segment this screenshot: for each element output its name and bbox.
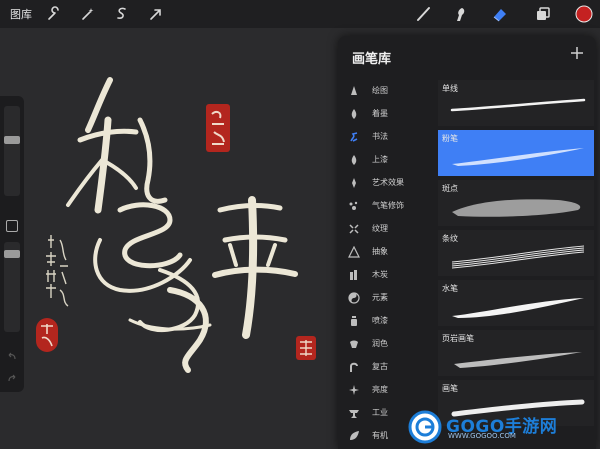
category-item[interactable]: 复古 [338, 356, 438, 379]
brush-library-panel: 画笔库 绘图 着墨 书法 上漆 艺术效果 气笔修饰 纹理 抽象 木炭 元素 喷漆… [338, 36, 596, 449]
brush-item-chalk[interactable]: 粉笔 [438, 130, 594, 176]
calligraphy-icon [350, 132, 358, 142]
leaf-icon [350, 431, 359, 440]
magic-wand-icon[interactable] [78, 4, 98, 24]
category-list: 绘图 着墨 书法 上漆 艺术效果 气笔修饰 纹理 抽象 木炭 元素 喷漆 润色 … [338, 80, 438, 448]
brush-item-water-pen[interactable]: 水笔 [438, 280, 594, 326]
brush-item-monoline[interactable]: 单线 [438, 80, 594, 126]
category-item[interactable]: 纹理 [338, 218, 438, 241]
category-item[interactable]: 绘图 [338, 80, 438, 103]
panel-title: 画笔库 [352, 52, 392, 67]
category-label: 喷漆 [372, 316, 388, 325]
category-label: 抽象 [372, 247, 388, 256]
category-label: 上漆 [372, 155, 388, 164]
brush-icon[interactable] [414, 4, 434, 24]
transform-icon[interactable] [146, 4, 166, 24]
category-label: 书法 [372, 132, 388, 141]
category-item[interactable]: 喷漆 [338, 310, 438, 333]
category-item[interactable]: 润色 [338, 333, 438, 356]
redo-icon[interactable] [6, 372, 18, 384]
category-item[interactable]: 艺术效果 [338, 172, 438, 195]
category-label: 艺术效果 [372, 178, 404, 187]
wrench-icon[interactable] [44, 4, 64, 24]
artistic-icon [352, 178, 356, 188]
category-item[interactable]: 元素 [338, 287, 438, 310]
category-item[interactable]: 木炭 [338, 264, 438, 287]
category-item[interactable]: 着墨 [338, 103, 438, 126]
sparkle-icon [349, 385, 359, 395]
category-label: 着墨 [372, 109, 388, 118]
smudge-icon[interactable] [450, 4, 470, 24]
layers-icon[interactable] [533, 4, 553, 24]
watermark: GOGO手游网 WWW.GOGOO.COM [408, 410, 588, 446]
drop-icon [351, 86, 357, 95]
brush-item-shale-brush[interactable]: 页岩画笔 [438, 330, 594, 376]
brush-size-slider[interactable] [4, 106, 20, 196]
brush-item-blotch[interactable]: 斑点 [438, 180, 594, 226]
category-label: 亮度 [372, 385, 388, 394]
category-item[interactable]: 书法 [338, 126, 438, 149]
brush-preview [452, 298, 584, 318]
seal-bottom [296, 336, 316, 360]
triangle-icon [348, 246, 360, 258]
undo-icon[interactable] [6, 350, 18, 362]
retro-icon [350, 362, 358, 372]
category-item[interactable]: 亮度 [338, 379, 438, 402]
category-item[interactable]: 上漆 [338, 149, 438, 172]
brush-list: 单线 粉笔 斑点 条纹 水笔 页岩画笔 画笔 [438, 80, 594, 430]
watermark-logo [408, 410, 442, 444]
calligraphy-artwork [46, 77, 298, 373]
texture-icon [349, 224, 359, 234]
category-label: 绘图 [372, 86, 388, 95]
selection-icon[interactable] [112, 4, 132, 24]
category-label: 纹理 [372, 224, 388, 233]
ink-drop-icon [351, 109, 357, 119]
category-label: 润色 [372, 339, 388, 348]
seal-left [36, 318, 58, 352]
brush-size-handle[interactable] [4, 136, 20, 144]
brush-preview [450, 98, 586, 112]
eraser-icon[interactable] [490, 4, 510, 24]
category-item[interactable]: 抽象 [338, 241, 438, 264]
modify-button[interactable] [6, 220, 18, 232]
category-label: 元素 [372, 293, 388, 302]
opacity-handle[interactable] [4, 250, 20, 258]
category-label: 复古 [372, 362, 388, 371]
yin-yang-icon [348, 292, 360, 304]
spray-icon [351, 316, 357, 326]
category-label: 工业 [372, 408, 388, 417]
opacity-slider[interactable] [4, 242, 20, 332]
category-label: 有机 [372, 431, 388, 440]
watermark-url: WWW.GOGOO.COM [448, 432, 516, 440]
brush-item-stripes[interactable]: 条纹 [438, 230, 594, 276]
paint-drop-icon [351, 155, 357, 165]
add-brush-icon[interactable] [568, 44, 586, 62]
category-item[interactable]: 气笔修饰 [338, 195, 438, 218]
color-icon[interactable] [574, 4, 594, 24]
brush-preview [451, 245, 585, 269]
brush-preview [454, 352, 582, 368]
category-label: 气笔修饰 [372, 201, 404, 210]
gallery-button[interactable]: 图库 [10, 6, 32, 22]
category-label: 木炭 [372, 270, 388, 279]
brush-preview [452, 199, 581, 217]
seal-top [206, 104, 230, 152]
touchup-icon [350, 340, 358, 348]
brush-preview [452, 148, 584, 166]
top-toolbar: 图库 [0, 0, 600, 28]
airbrush-icon [349, 201, 358, 210]
charcoal-icon [350, 270, 357, 280]
anvil-icon [349, 410, 359, 418]
left-sidebar [0, 96, 24, 392]
